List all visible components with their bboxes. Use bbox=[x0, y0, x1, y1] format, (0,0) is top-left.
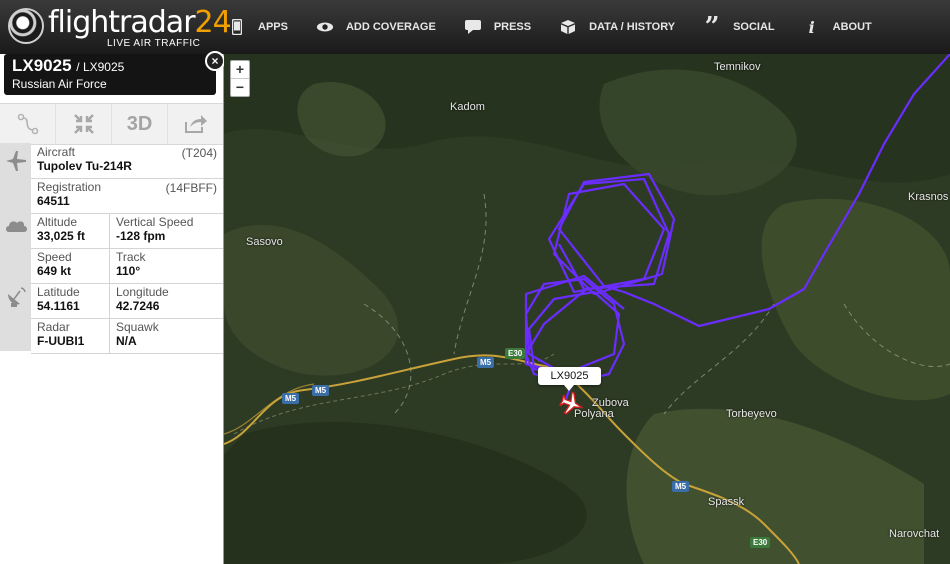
longitude-value: 42.7246 bbox=[116, 299, 160, 313]
road-shield-m5: M5 bbox=[282, 393, 300, 404]
callsign: LX9025 / LX9025 bbox=[12, 56, 124, 76]
close-button[interactable]: × bbox=[205, 51, 225, 71]
latitude-value: 54.1161 bbox=[37, 299, 80, 313]
info-icon: i bbox=[808, 17, 815, 37]
nav-social-label: SOCIAL bbox=[733, 21, 775, 33]
radar-value: F-UUBI1 bbox=[37, 334, 85, 348]
flight-info-panel: LX9025 / LX9025 Russian Air Force × 3D A… bbox=[0, 51, 225, 564]
speed-value: 649 kt bbox=[37, 264, 72, 278]
logo-tagline: LIVE AIR TRAFFIC bbox=[107, 38, 201, 49]
route-icon bbox=[17, 113, 38, 135]
town-kadom: Kadom bbox=[450, 101, 485, 113]
satellite-map-background bbox=[224, 54, 950, 564]
row-speed: Speed 649 kt Track 110° bbox=[31, 248, 223, 284]
nav-social[interactable]: ” SOCIAL bbox=[703, 12, 775, 42]
nav-about[interactable]: i ABOUT bbox=[803, 17, 872, 37]
row-position: Latitude 54.1161 Longitude 42.7246 bbox=[31, 283, 223, 319]
nav-data-history-label: DATA / HISTORY bbox=[589, 21, 676, 33]
radar-dish-icon bbox=[4, 286, 28, 308]
zoom-control: + − bbox=[230, 60, 250, 97]
radar-label: Radar bbox=[37, 320, 70, 334]
registration-value: 64511 bbox=[37, 194, 70, 208]
nav-press-label: PRESS bbox=[493, 21, 532, 33]
callsign-secondary: / LX9025 bbox=[76, 60, 125, 74]
zoom-out-button[interactable]: − bbox=[231, 79, 249, 96]
town-spassk: Spassk bbox=[708, 496, 745, 508]
road-shield-m5: M5 bbox=[672, 481, 690, 492]
collapse-icon bbox=[73, 114, 94, 134]
quote-icon: ” bbox=[704, 12, 720, 42]
top-navigation-bar: flightradar24 LIVE AIR TRAFFIC APPS ADD … bbox=[0, 0, 950, 55]
box-icon bbox=[559, 19, 577, 35]
map-flight-label[interactable]: LX9025 bbox=[538, 367, 601, 391]
nav-apps-label: APPS bbox=[258, 21, 288, 33]
aircraft-code: (T204) bbox=[181, 146, 217, 160]
town-sasovo: Sasovo bbox=[246, 236, 283, 248]
town-krasnoslobodsk: Krasnos bbox=[908, 191, 949, 203]
road-shield-m5: M5 bbox=[477, 357, 495, 368]
nav-data-history[interactable]: DATA / HISTORY bbox=[559, 19, 675, 35]
row-registration: Registration 64511 (14FBFF) bbox=[31, 178, 223, 214]
vertical-speed-value: -128 fpm bbox=[116, 229, 166, 243]
callsign-primary: LX9025 bbox=[12, 56, 72, 75]
3d-view-button[interactable]: 3D bbox=[112, 104, 168, 144]
town-temnikov: Temnikov bbox=[714, 61, 761, 73]
row-radar: Radar F-UUBI1 Squawk N/A bbox=[31, 318, 223, 354]
eye-icon bbox=[316, 19, 334, 35]
details-icon-rail bbox=[0, 143, 31, 351]
row-altitude: Altitude 33,025 ft Vertical Speed -128 f… bbox=[31, 213, 223, 249]
track-value: 110° bbox=[116, 264, 141, 278]
nav-about-label: ABOUT bbox=[832, 21, 872, 33]
map-view[interactable]: + − Temnikov Kadom Krasnos Sasovo Zubova… bbox=[224, 54, 950, 564]
squawk-value: N/A bbox=[116, 334, 137, 348]
speech-bubble-icon bbox=[464, 19, 482, 35]
fit-view-button[interactable] bbox=[56, 104, 112, 144]
squawk-label: Squawk bbox=[116, 320, 159, 334]
town-zubova-polyana-2: Polyana bbox=[574, 408, 614, 420]
vertical-speed-label: Vertical Speed bbox=[116, 215, 194, 229]
flightradar24-logo[interactable]: flightradar24 LIVE AIR TRAFFIC bbox=[8, 5, 232, 50]
logo-text: flightradar bbox=[48, 5, 196, 40]
altitude-value: 33,025 ft bbox=[37, 229, 86, 243]
speed-label: Speed bbox=[37, 250, 72, 264]
town-narovchat: Narovchat bbox=[889, 528, 940, 540]
row-aircraft: Aircraft Tupolev Tu-214R (T204) bbox=[31, 143, 223, 179]
nav-add-coverage[interactable]: ADD COVERAGE bbox=[316, 19, 436, 35]
longitude-label: Longitude bbox=[116, 285, 169, 299]
share-button[interactable] bbox=[168, 104, 223, 144]
zoom-in-button[interactable]: + bbox=[231, 61, 249, 79]
nav-press[interactable]: PRESS bbox=[464, 19, 531, 35]
share-icon bbox=[184, 115, 207, 133]
road-shield-e30: E30 bbox=[750, 537, 771, 548]
flight-header: LX9025 / LX9025 Russian Air Force × bbox=[4, 51, 225, 95]
latitude-label: Latitude bbox=[37, 285, 80, 299]
phone-icon bbox=[228, 19, 246, 35]
road-shield-m5: M5 bbox=[312, 385, 330, 396]
route-button[interactable] bbox=[0, 104, 56, 144]
nav-add-coverage-label: ADD COVERAGE bbox=[345, 21, 436, 33]
airline-name: Russian Air Force bbox=[12, 77, 107, 91]
aircraft-value: Tupolev Tu-214R bbox=[37, 159, 132, 173]
radar-globe-icon bbox=[8, 8, 44, 44]
track-label: Track bbox=[116, 250, 146, 264]
road-shield-e30: E30 bbox=[505, 348, 526, 359]
airplane-icon bbox=[4, 150, 28, 172]
registration-code: (14FBFF) bbox=[165, 181, 217, 195]
flight-toolbar: 3D bbox=[0, 103, 223, 145]
cloud-icon bbox=[4, 216, 28, 238]
nav-apps[interactable]: APPS bbox=[228, 19, 288, 35]
altitude-label: Altitude bbox=[37, 215, 78, 229]
town-torbeyevo: Torbeyevo bbox=[726, 408, 777, 420]
main-nav: APPS ADD COVERAGE PRESS DATA / HISTORY ”… bbox=[222, 0, 894, 54]
